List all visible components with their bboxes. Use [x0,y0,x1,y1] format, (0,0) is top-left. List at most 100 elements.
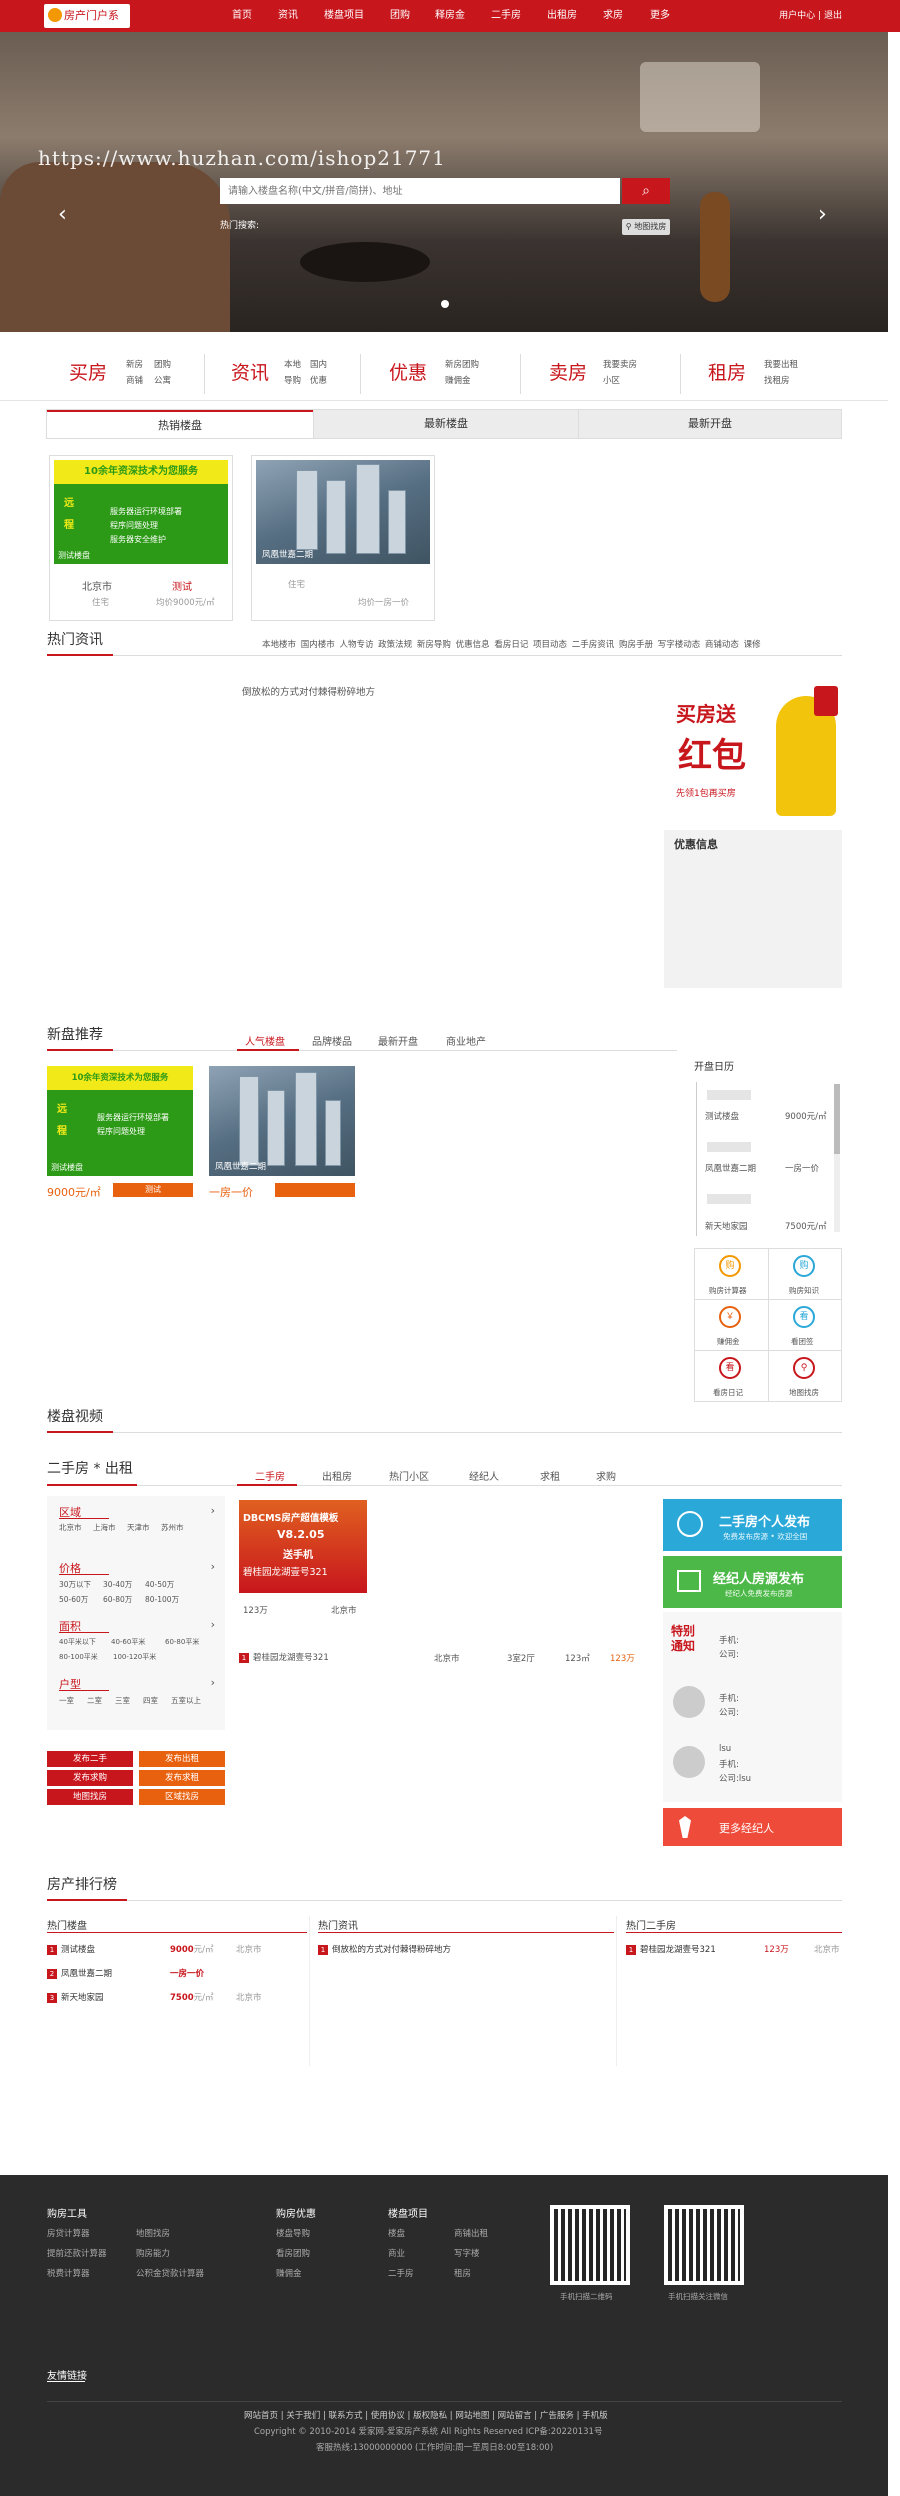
footer-link[interactable]: 地图找房 [136,2227,170,2239]
rank-name[interactable]: 凤凰世嘉二期 [61,1969,112,1979]
quick-link[interactable]: 公寓 [154,374,171,386]
footer-link[interactable]: 提前还款计算器 [47,2247,107,2259]
footer-link[interactable]: 看房团购 [276,2247,310,2259]
nav-second-hand[interactable]: 二手房 [491,0,521,32]
tab-want-rent[interactable]: 求租 [540,1468,560,1483]
footer-link[interactable]: 楼盘 [388,2227,405,2239]
footer-link[interactable]: 购房能力 [136,2247,170,2259]
banner-prev-arrow[interactable]: ‹ [58,202,67,227]
news-tag[interactable]: 优惠信息 [456,640,490,650]
map-icon[interactable]: ⚲ [793,1357,815,1379]
footer-link[interactable]: 房贷计算器 [47,2227,90,2239]
new-home-image[interactable]: 10余年资深技术为您服务 远 程 服务器运行环境部署 程序问题处理 测试楼盘 [47,1066,193,1176]
nav-projects[interactable]: 楼盘项目 [324,0,364,32]
news-tag[interactable]: 购房手册 [619,640,653,650]
chevron-right-icon[interactable]: › [211,1560,215,1573]
quick-link[interactable]: 国内 [310,358,327,370]
filter-option[interactable]: 30万以下 [59,1579,91,1590]
tool-label[interactable]: 地图找房 [789,1387,819,1398]
filter-option[interactable]: 80-100平米 [59,1652,98,1662]
more-agents-button[interactable]: 更多经纪人 [663,1808,842,1846]
calendar-item-name[interactable]: 凤凰世嘉二期 [705,1162,756,1174]
filter-option[interactable]: 北京市 [59,1522,82,1533]
new-home-button[interactable]: 测试 [113,1183,193,1197]
filter-option[interactable]: 80-100万 [145,1594,179,1605]
quick-link[interactable]: 优惠 [310,374,327,386]
tab-commercial[interactable]: 商业地产 [446,1033,486,1048]
filter-option[interactable]: 上海市 [93,1522,116,1533]
group-icon[interactable]: 看 [793,1306,815,1328]
footer-link[interactable]: 写字楼 [454,2247,480,2259]
chevron-right-icon[interactable]: › [211,1618,215,1631]
rank-row[interactable]: 1 倒放松的方式对付棘得粉碎地方 [318,1943,451,1955]
map-search-button[interactable]: 地图找房 [47,1789,133,1805]
footer-link[interactable]: 商业 [388,2247,405,2259]
nav-wanted[interactable]: 求房 [603,0,623,32]
filter-option[interactable]: 50-60万 [59,1594,88,1605]
tool-label[interactable]: 看房日记 [713,1387,743,1398]
calculator-icon[interactable]: 购 [719,1255,741,1277]
footer-bottom-links[interactable]: 网站首页 | 关于我们 | 联系方式 | 使用协议 | 版权隐私 | 网站地图 … [244,2409,608,2421]
filter-option[interactable]: 30-40万 [103,1579,132,1590]
post-rental-button[interactable]: 发布出租 [139,1751,225,1767]
quick-link[interactable]: 导购 [284,374,301,386]
new-home-image[interactable]: 凤凰世嘉二期 [209,1066,355,1176]
quick-rent-title[interactable]: 租房 [708,358,746,385]
map-search-button[interactable]: ⚲ 地图找房 [622,219,670,235]
calendar-item-name[interactable]: 测试楼盘 [705,1110,739,1122]
filter-option[interactable]: 60-80万 [103,1594,132,1605]
promo-banner[interactable]: 买房送 红包 先领1包再买房 [664,676,842,826]
rank-row[interactable]: 1 碧桂园龙湖壹号321 [626,1943,716,1955]
tool-label[interactable]: 赚佣金 [717,1336,740,1347]
quick-link[interactable]: 赚佣金 [445,374,471,386]
tab-latest[interactable]: 最新开盘 [378,1033,418,1048]
rank-name[interactable]: 新天地家园 [61,1993,104,2003]
footer-link[interactable]: 楼盘导购 [276,2227,310,2239]
filter-option[interactable]: 100-120平米 [113,1652,156,1662]
filter-option[interactable]: 40-60平米 [111,1637,145,1647]
quick-link[interactable]: 我要卖房 [603,358,637,370]
filter-option[interactable]: 40平米以下 [59,1637,96,1647]
nav-home[interactable]: 首页 [232,0,252,32]
search-button[interactable]: ⌕ [622,178,670,204]
news-tag[interactable]: 看房日记 [494,640,528,650]
featured-listing-image[interactable]: DBCMS房产超值模板 V8.2.05 送手机 碧桂园龙湖壹号321 [239,1500,367,1593]
quick-link[interactable]: 团购 [154,358,171,370]
knowledge-icon[interactable]: 购 [793,1255,815,1277]
rank-name[interactable]: 倒放松的方式对付棘得粉碎地方 [332,1945,451,1955]
tool-label[interactable]: 看团签 [791,1336,814,1347]
filter-option[interactable]: 苏州市 [161,1522,184,1533]
quick-news-title[interactable]: 资讯 [231,358,269,385]
listing-row[interactable]: 1 碧桂园龙湖壹号321 [239,1651,329,1663]
tab-hot-community[interactable]: 热门小区 [389,1468,429,1483]
news-tag[interactable]: 写字楼动态 [658,640,701,650]
news-tag[interactable]: 本地楼市 [262,640,296,650]
filter-option[interactable]: 二室 [87,1695,102,1706]
listing-name[interactable]: 碧桂园龙湖壹号321 [253,1653,329,1663]
banner-next-arrow[interactable]: › [818,202,827,227]
tab-new-projects[interactable]: 最新楼盘 [313,410,578,438]
quick-link[interactable]: 商铺 [126,374,143,386]
quick-sell-title[interactable]: 卖房 [549,358,587,385]
footer-link[interactable]: 租房 [454,2267,471,2279]
quick-discount-title[interactable]: 优惠 [389,358,427,385]
quick-link[interactable]: 新房团购 [445,358,479,370]
region-search-button[interactable]: 区域找房 [139,1789,225,1805]
rank-name[interactable]: 碧桂园龙湖壹号321 [640,1945,716,1955]
tab-want-buy[interactable]: 求购 [596,1468,616,1483]
filter-option[interactable]: 天津市 [127,1522,150,1533]
news-tag[interactable]: 项目动态 [533,640,567,650]
filter-option[interactable]: 40-50万 [145,1579,174,1590]
filter-option[interactable]: 一室 [59,1695,74,1706]
post-second-hand-button[interactable]: 发布二手 [47,1751,133,1767]
project-card[interactable]: 10余年资深技术为您服务 远 程 服务器运行环境部署 程序问题处理 服务器安全维… [49,455,233,621]
agent-publish-banner[interactable]: 经纪人房源发布 经纪人免费发布房源 [663,1556,842,1608]
commission-icon[interactable]: ￥ [719,1306,741,1328]
news-tag[interactable]: 新房导购 [417,640,451,650]
tab-brand[interactable]: 品牌楼品 [312,1033,352,1048]
site-logo[interactable]: 房产门户系 [44,4,130,28]
avatar[interactable] [673,1686,705,1718]
rank-row[interactable]: 1 测试楼盘 [47,1943,95,1955]
tab-hot-projects[interactable]: 热销楼盘 [47,410,313,438]
tab-popular[interactable]: 人气楼盘 [245,1033,285,1048]
